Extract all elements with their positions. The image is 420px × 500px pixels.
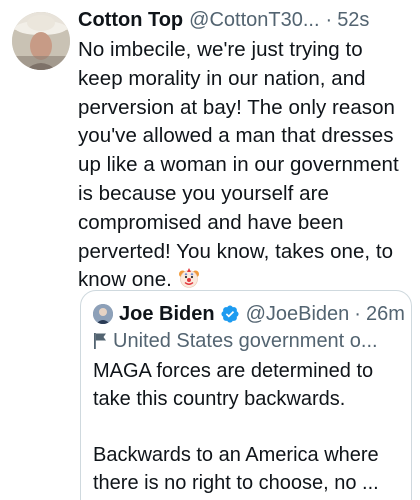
verified-badge-icon [221, 305, 239, 323]
avatar[interactable] [12, 12, 70, 70]
avatar-photo [12, 12, 70, 70]
quote-separator-dot: · [354, 303, 361, 325]
quote-text-line: MAGA forces are determined to [93, 360, 374, 382]
timestamp[interactable]: 52s [337, 6, 369, 34]
tweet-text-line: you've allowed a man that dresses [78, 124, 394, 148]
quote-text-line: Backwards to an America where [93, 444, 379, 466]
quote-header: Joe Biden @JoeBiden · 26m [93, 301, 405, 327]
quote-handle[interactable]: @JoeBiden [246, 301, 350, 327]
tweet-text-line: up like a woman in our government [78, 153, 399, 177]
government-label[interactable]: United States government o... [93, 328, 399, 354]
quote-text: MAGA forces are determined to take this c… [93, 357, 399, 497]
tweet-text: No imbecile, we're just trying to keep mo… [78, 36, 412, 295]
quoted-tweet[interactable]: Joe Biden @JoeBiden · 26m United States … [80, 290, 412, 500]
tweet-content: Cotton Top @CottonT30... · 52s No imbeci… [78, 6, 412, 295]
quote-text-line: there is no right to choose, no ... [93, 472, 379, 494]
quote-text-line: take this country backwards. [93, 388, 346, 410]
display-name[interactable]: Cotton Top [78, 6, 183, 34]
separator-dot: · [325, 9, 333, 31]
tweet[interactable]: Cotton Top @CottonT30... · 52s No imbeci… [0, 0, 420, 500]
tweet-text-line: perversion at bay! The only reason [78, 95, 395, 119]
tweet-text-line: No imbecile, we're just trying to [78, 38, 363, 61]
clown-face-icon [178, 268, 199, 289]
tweet-text-line: compromised and have been [78, 210, 344, 234]
tweet-text-line: perverted! You know, takes one, to [78, 239, 394, 263]
quote-avatar [93, 304, 113, 324]
quote-avatar-photo [93, 304, 113, 324]
quote-timestamp[interactable]: 26m [366, 301, 405, 327]
flag-icon [94, 333, 106, 349]
tweet-text-line: is because you yourself are [78, 181, 329, 205]
government-label-text: United States government o... [113, 330, 378, 352]
handle[interactable]: @CottonT30... [189, 6, 319, 34]
tweet-text-line: keep morality in our nation, and [78, 66, 366, 90]
tweet-header: Cotton Top @CottonT30... · 52s [78, 6, 412, 34]
quote-display-name[interactable]: Joe Biden [119, 301, 215, 327]
